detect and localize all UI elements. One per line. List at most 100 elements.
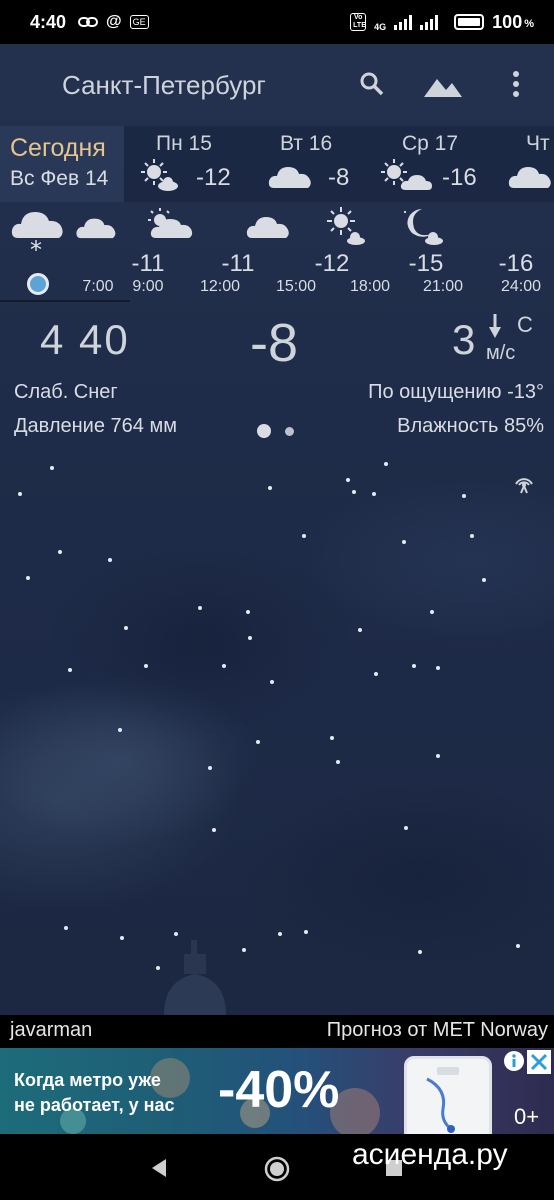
snowflake-icon: * xyxy=(30,236,42,264)
snow-particle xyxy=(418,950,422,954)
signal-icon xyxy=(394,14,413,30)
hour-time: 24:00 xyxy=(500,278,542,295)
sun-cloud-icon xyxy=(327,207,365,245)
ad-phone-image xyxy=(404,1056,492,1134)
wind-speed: 3 xyxy=(452,316,476,363)
day-temp: -16 xyxy=(442,164,477,191)
snow-particle xyxy=(58,550,62,554)
snow-particle xyxy=(304,930,308,934)
forecast-source[interactable]: Прогноз от MET Norway xyxy=(327,1019,548,1042)
current-time: 4 40 xyxy=(40,316,130,363)
snow-particle xyxy=(336,760,340,764)
snow-particle xyxy=(118,728,122,732)
day-name: Пн 15 xyxy=(156,132,212,155)
cloud-icon xyxy=(508,167,551,188)
ad-age-rating: 0+ xyxy=(514,1104,540,1129)
ad-line2: не работает, у нас xyxy=(14,1095,175,1115)
snow-particle xyxy=(174,932,178,936)
hour-temp: -12 xyxy=(314,250,350,277)
sun-cloud-icon xyxy=(381,159,432,190)
hour-time: 15:00 xyxy=(275,278,317,295)
app-header: Санкт-Петербург xyxy=(0,44,554,124)
divider xyxy=(0,300,130,302)
volte-icon: Vo LTE xyxy=(350,13,367,31)
snow-particle xyxy=(384,462,388,466)
snow-particle xyxy=(372,492,376,496)
day-item[interactable]: Вт 16 -8 xyxy=(248,126,372,202)
page-dot-active xyxy=(257,424,271,438)
battery-level: 100 xyxy=(492,11,523,32)
sun-cloud-icon xyxy=(148,208,193,238)
hour-time: 12:00 xyxy=(199,278,241,295)
cloud-icon xyxy=(246,217,289,238)
signal-icon-2 xyxy=(420,14,439,30)
snow-particle xyxy=(412,664,416,668)
snow-particle xyxy=(64,926,68,930)
snow-particle xyxy=(402,540,406,544)
day-item[interactable]: Пн 15 -12 xyxy=(124,126,248,202)
city-title[interactable]: Санкт-Петербург xyxy=(62,70,266,101)
today-label: Сегодня xyxy=(10,134,106,162)
snow-particle xyxy=(374,672,378,676)
day-temp: -8 xyxy=(328,164,350,191)
current-time-marker xyxy=(27,273,49,295)
battery-icon xyxy=(454,14,485,30)
today-date: Вс Фев 14 xyxy=(10,167,109,190)
status-bar: 4:40 @ GE Vo LTE 4G 100 % xyxy=(0,0,554,44)
photo-author[interactable]: javarman xyxy=(10,1019,92,1042)
watermark: асиенда.ру xyxy=(352,1138,508,1171)
snow-particle xyxy=(330,736,334,740)
snow-particle xyxy=(482,578,486,582)
battery-unit: % xyxy=(524,18,534,30)
snow-particle xyxy=(246,610,250,614)
cloud-icon xyxy=(76,218,116,239)
sun-cloud-icon xyxy=(141,159,178,191)
hour-temp: -11 xyxy=(221,250,255,277)
landscape-icon[interactable] xyxy=(422,74,464,98)
ad-banner[interactable]: Когда метро уже не работает, у нас -40% … xyxy=(0,1048,554,1134)
status-time: 4:40 xyxy=(30,11,67,32)
snow-particle xyxy=(50,466,54,470)
radar-icon[interactable] xyxy=(512,472,536,494)
condition-text: Слаб. Снег xyxy=(14,381,118,403)
search-icon[interactable] xyxy=(358,70,386,98)
daily-forecast-strip: Сегодня Вс Фев 14 Пн 15 -12 Вт 16 -8 Ср … xyxy=(0,126,554,202)
snow-particle xyxy=(516,944,520,948)
feels-like: По ощущению -13° xyxy=(368,381,544,403)
snow-particle xyxy=(18,492,22,496)
ad-info-icon[interactable] xyxy=(503,1050,525,1072)
more-vert-icon[interactable] xyxy=(510,70,522,100)
snow-particle xyxy=(436,666,440,670)
current-temperature[interactable]: -8 xyxy=(250,312,298,374)
hour-time: 21:00 xyxy=(422,278,464,295)
hourly-forecast[interactable]: -11 -11 -12 -15 -16 7:00 9:00 12:00 15:0… xyxy=(0,202,554,302)
snow-particle xyxy=(462,494,466,498)
ad-close-icon[interactable] xyxy=(527,1050,551,1074)
ad-discount: -40% xyxy=(218,1061,340,1119)
snow-particle xyxy=(144,664,148,668)
day-name: Чт xyxy=(526,132,550,155)
day-today[interactable]: Сегодня Вс Фев 14 xyxy=(0,126,124,202)
hour-temp: -11 xyxy=(131,250,165,277)
home-icon[interactable] xyxy=(264,1156,290,1182)
day-item[interactable]: Чт xyxy=(496,126,554,202)
snow-particle xyxy=(436,754,440,758)
snow-particle xyxy=(212,828,216,832)
day-item[interactable]: Ср 17 -16 xyxy=(372,126,496,202)
hour-temp: -15 xyxy=(408,250,444,277)
cathedral-dome-silhouette xyxy=(164,940,226,1015)
cloud-icon xyxy=(268,167,311,188)
credits-bar: javarman Прогноз от MET Norway xyxy=(0,1015,554,1048)
snow-particle xyxy=(268,486,272,490)
snow-particle xyxy=(120,936,124,940)
hour-temp: -16 xyxy=(498,250,534,277)
ad-text: Когда метро уже не работает, у нас xyxy=(14,1068,175,1118)
back-icon[interactable] xyxy=(150,1158,168,1178)
wind-unit: м/с xyxy=(486,342,516,364)
snow-particle xyxy=(352,490,356,494)
snow-particle xyxy=(222,664,226,668)
pressure: Давление 764 мм xyxy=(14,415,177,437)
snow-particle xyxy=(270,680,274,684)
moon-cloud-icon xyxy=(404,209,443,245)
map-route-icon xyxy=(426,1067,459,1133)
